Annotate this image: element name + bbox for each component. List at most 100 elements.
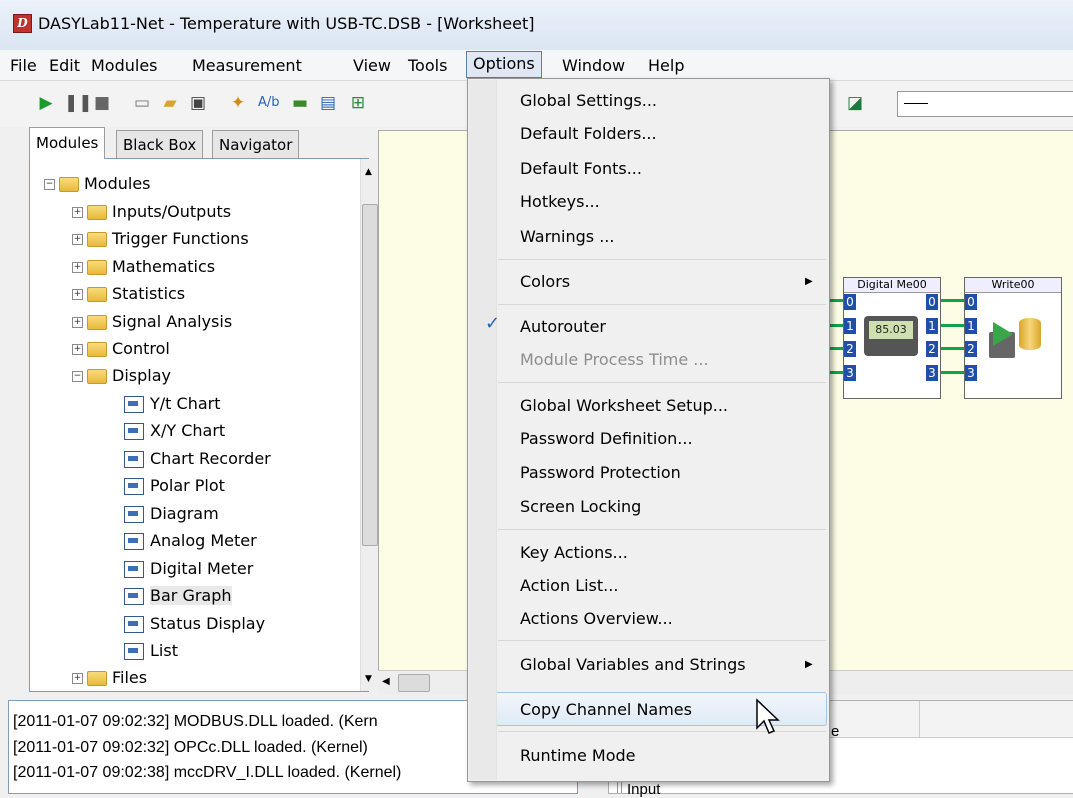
menu-item-actions-overview[interactable]: Actions Overview... bbox=[520, 609, 673, 628]
menu-modules[interactable]: Modules bbox=[91, 56, 158, 75]
menu-file[interactable]: File bbox=[10, 56, 37, 75]
wire bbox=[939, 299, 965, 302]
channel-out-3[interactable]: 3 bbox=[926, 365, 938, 381]
expand-icon[interactable]: + bbox=[72, 289, 83, 300]
scroll-left-icon[interactable]: ◀ bbox=[382, 676, 390, 687]
title-bar: D DASYLab11-Net - Temperature with USB-T… bbox=[0, 0, 1073, 51]
text-icon[interactable]: A/b bbox=[258, 93, 280, 113]
new-file-icon[interactable]: ▭ bbox=[132, 93, 152, 113]
wire bbox=[939, 347, 965, 350]
tree-item-chart-recorder[interactable]: Chart Recorder bbox=[124, 446, 271, 472]
tree-group-inputs-outputs[interactable]: + Inputs/Outputs bbox=[72, 199, 231, 225]
tree-group-signal-analysis[interactable]: + Signal Analysis bbox=[72, 309, 232, 335]
tree-group-trigger-functions[interactable]: + Trigger Functions bbox=[72, 226, 249, 252]
log-line: [2011-01-07 09:02:38] mccDRV_I.DLL loade… bbox=[13, 764, 402, 781]
tree-group-files[interactable]: + Files bbox=[72, 665, 147, 691]
pause-icon[interactable]: ❚❚ bbox=[64, 93, 93, 113]
collapse-icon[interactable]: − bbox=[44, 179, 55, 190]
stop-icon[interactable]: ■ bbox=[92, 93, 112, 113]
menu-window[interactable]: Window bbox=[562, 56, 625, 75]
menu-item-screen-locking[interactable]: Screen Locking bbox=[520, 497, 641, 516]
menu-bar: File Edit Modules Measurement View Tools… bbox=[0, 50, 1073, 81]
menu-measurement[interactable]: Measurement bbox=[192, 56, 302, 75]
tree-group-statistics[interactable]: + Statistics bbox=[72, 281, 185, 307]
layout-icon[interactable]: ⊞ bbox=[348, 93, 368, 113]
tree-item-xy-chart[interactable]: X/Y Chart bbox=[124, 418, 225, 444]
menu-item-runtime-mode[interactable]: Runtime Mode bbox=[520, 746, 636, 765]
tab-black-box[interactable]: Black Box bbox=[116, 130, 204, 159]
menu-view[interactable]: View bbox=[353, 56, 391, 75]
tree-root[interactable]: − Modules bbox=[44, 171, 151, 197]
chart-icon[interactable]: ▬ bbox=[290, 93, 310, 113]
collapse-icon[interactable]: − bbox=[72, 371, 83, 382]
tree-group-control[interactable]: + Control bbox=[72, 336, 170, 362]
channel-in-3[interactable]: 3 bbox=[844, 365, 856, 381]
grid-header: e bbox=[831, 723, 840, 740]
start-icon[interactable]: ▶ bbox=[36, 93, 56, 113]
tree-group-mathematics[interactable]: + Mathematics bbox=[72, 254, 215, 280]
module-icon[interactable]: ✦ bbox=[228, 93, 248, 113]
tree-item-yt-chart[interactable]: Y/t Chart bbox=[124, 391, 221, 417]
menu-item-hotkeys[interactable]: Hotkeys... bbox=[520, 192, 600, 211]
channel-in-1[interactable]: 1 bbox=[844, 318, 856, 334]
toolbar-combo[interactable] bbox=[897, 91, 1073, 117]
tree-item-status-display[interactable]: Status Display bbox=[124, 611, 265, 637]
expand-icon[interactable]: + bbox=[72, 673, 83, 684]
channel-out-1[interactable]: 1 bbox=[926, 318, 938, 334]
menu-options[interactable]: Options bbox=[466, 51, 542, 78]
menu-item-global-worksheet-setup[interactable]: Global Worksheet Setup... bbox=[520, 396, 728, 415]
tree-item-analog-meter[interactable]: Analog Meter bbox=[124, 528, 257, 554]
channel-in-2[interactable]: 2 bbox=[844, 341, 856, 357]
menu-item-global-settings[interactable]: Global Settings... bbox=[520, 91, 657, 110]
list-icon[interactable]: ▤ bbox=[318, 93, 338, 113]
tree-scrollbar[interactable]: ▲ ▼ bbox=[360, 159, 378, 691]
expand-icon[interactable]: + bbox=[72, 344, 83, 355]
expand-icon[interactable]: + bbox=[72, 317, 83, 328]
channel-in-0[interactable]: 0 bbox=[844, 294, 856, 310]
tree-item-diagram[interactable]: Diagram bbox=[124, 501, 219, 527]
tab-modules[interactable]: Modules bbox=[29, 127, 106, 159]
menu-tools[interactable]: Tools bbox=[408, 56, 447, 75]
expand-icon[interactable]: + bbox=[72, 207, 83, 218]
menu-item-action-list[interactable]: Action List... bbox=[520, 576, 618, 595]
expand-icon[interactable]: + bbox=[72, 262, 83, 273]
window-icon[interactable]: ◪ bbox=[845, 93, 865, 113]
menu-item-default-folders[interactable]: Default Folders... bbox=[520, 124, 657, 143]
menu-item-colors[interactable]: Colors bbox=[520, 272, 570, 291]
channel-in-3[interactable]: 3 bbox=[965, 365, 977, 381]
channel-in-2[interactable]: 2 bbox=[965, 341, 977, 357]
save-icon[interactable]: ▣ bbox=[188, 93, 208, 113]
tree-item-polar-plot[interactable]: Polar Plot bbox=[124, 473, 225, 499]
module-icon bbox=[124, 423, 144, 440]
log-line: [2011-01-07 09:02:32] OPCc.DLL loaded. (… bbox=[13, 739, 368, 756]
write-block[interactable]: Write00 0 1 2 3 bbox=[964, 277, 1062, 399]
tree-item-digital-meter[interactable]: Digital Meter bbox=[124, 556, 253, 582]
channel-in-0[interactable]: 0 bbox=[965, 294, 977, 310]
tab-navigator[interactable]: Navigator bbox=[212, 130, 300, 159]
menu-item-copy-channel-names[interactable]: Copy Channel Names bbox=[520, 700, 692, 719]
open-folder-icon[interactable]: ▰ bbox=[160, 93, 180, 113]
menu-item-password-protection[interactable]: Password Protection bbox=[520, 463, 681, 482]
menu-item-warnings[interactable]: Warnings ... bbox=[520, 227, 614, 246]
menu-item-key-actions[interactable]: Key Actions... bbox=[520, 543, 628, 562]
menu-help[interactable]: Help bbox=[648, 56, 684, 75]
app-icon: D bbox=[13, 14, 32, 33]
tree-group-display[interactable]: − Display bbox=[72, 363, 171, 389]
expand-icon[interactable]: + bbox=[72, 234, 83, 245]
menu-item-global-variables[interactable]: Global Variables and Strings bbox=[520, 655, 746, 674]
digital-meter-block[interactable]: Digital Me00 0 1 2 3 0 1 2 3 85.03 bbox=[843, 277, 941, 399]
module-icon bbox=[124, 451, 144, 468]
menu-item-password-definition[interactable]: Password Definition... bbox=[520, 429, 693, 448]
channel-out-2[interactable]: 2 bbox=[926, 341, 938, 357]
scroll-thumb[interactable] bbox=[362, 204, 378, 546]
channel-out-0[interactable]: 0 bbox=[926, 294, 938, 310]
menu-item-autorouter[interactable]: Autorouter bbox=[520, 317, 606, 336]
menu-edit[interactable]: Edit bbox=[49, 56, 80, 75]
menu-item-default-fonts[interactable]: Default Fonts... bbox=[520, 159, 642, 178]
tree-item-list[interactable]: List bbox=[124, 638, 178, 664]
scroll-thumb[interactable] bbox=[398, 674, 430, 692]
scroll-down-icon[interactable]: ▼ bbox=[365, 674, 372, 684]
tree-item-bar-graph[interactable]: Bar Graph bbox=[124, 583, 232, 609]
scroll-up-icon[interactable]: ▲ bbox=[365, 167, 372, 177]
channel-in-1[interactable]: 1 bbox=[965, 318, 977, 334]
